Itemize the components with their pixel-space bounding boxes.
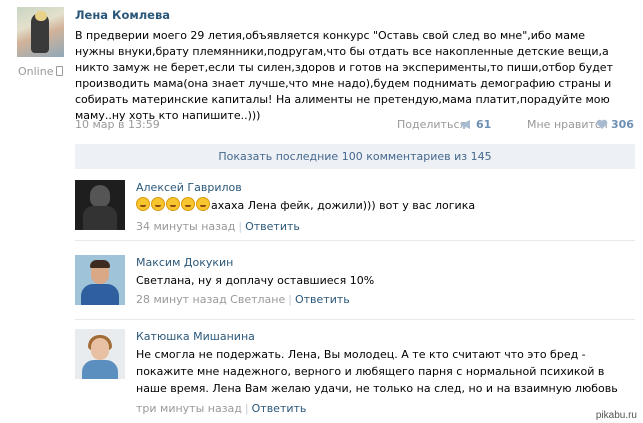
wall-post: Online Лена Комлева В предверии моего 29… bbox=[0, 0, 643, 140]
comment-divider bbox=[75, 240, 635, 241]
share-count[interactable]: 61 bbox=[476, 118, 491, 131]
comment-text: Не смогла не подержать. Лена, Вы молодец… bbox=[136, 348, 618, 395]
online-status: Online bbox=[18, 65, 64, 78]
comment: Катюшка Мишанина Не смогла не подержать.… bbox=[75, 326, 635, 423]
post-text: В предверии моего 29 летия,объявляется к… bbox=[75, 29, 613, 122]
comment-divider bbox=[75, 319, 635, 320]
comment: Максим Докукин Светлана, ну я доплачу ос… bbox=[75, 251, 635, 320]
reply-link[interactable]: Ответить bbox=[252, 402, 307, 415]
reply-link[interactable]: Ответить bbox=[245, 220, 300, 233]
commenter-name[interactable]: Максим Докукин bbox=[136, 256, 233, 269]
comment: Алексей Гаврилов ахаха Лена фейк, дожили… bbox=[75, 176, 635, 241]
like-count[interactable]: 306 bbox=[611, 118, 634, 131]
commenter-avatar[interactable] bbox=[75, 329, 125, 379]
online-label: Online bbox=[18, 65, 54, 78]
comment-meta: три минуты назад | Ответить bbox=[136, 402, 307, 415]
emoji-laugh-icon bbox=[136, 197, 211, 212]
author-avatar[interactable] bbox=[17, 7, 64, 57]
mobile-phone-icon bbox=[56, 66, 64, 76]
comment-text-body: ахаха Лена фейк, дожили))) вот у вас лог… bbox=[211, 199, 476, 212]
post-date[interactable]: 10 мар в 13:59 bbox=[75, 118, 160, 131]
commenter-name[interactable]: Катюшка Мишанина bbox=[136, 330, 255, 343]
comment-meta: 34 минуты назад | Ответить bbox=[136, 220, 300, 233]
post-meta: 10 мар в 13:59 Поделиться 61 Мне нравитс… bbox=[75, 118, 635, 132]
commenter-name[interactable]: Алексей Гаврилов bbox=[136, 181, 242, 194]
comment-time[interactable]: 28 минут назад Светлане bbox=[136, 293, 285, 306]
post-author-name[interactable]: Лена Комлева bbox=[75, 8, 170, 22]
comment-text: ахаха Лена фейк, дожили))) вот у вас лог… bbox=[136, 197, 475, 214]
heart-icon[interactable] bbox=[596, 119, 608, 130]
share-button[interactable]: Поделиться bbox=[397, 118, 466, 131]
comment-time[interactable]: три минуты назад bbox=[136, 402, 242, 415]
commenter-avatar[interactable] bbox=[75, 180, 125, 230]
comment-meta: 28 минут назад Светлане | Ответить bbox=[136, 293, 350, 306]
show-comments-button[interactable]: Показать последние 100 комментариев из 1… bbox=[75, 144, 635, 169]
reply-link[interactable]: Ответить bbox=[295, 293, 350, 306]
watermark: pikabu.ru bbox=[595, 410, 637, 421]
comment-time[interactable]: 34 минуты назад bbox=[136, 220, 235, 233]
comment-text: Светлана, ну я доплачу оставшиеся 10% bbox=[136, 274, 375, 287]
commenter-avatar[interactable] bbox=[75, 255, 125, 305]
megaphone-icon[interactable] bbox=[460, 119, 472, 130]
